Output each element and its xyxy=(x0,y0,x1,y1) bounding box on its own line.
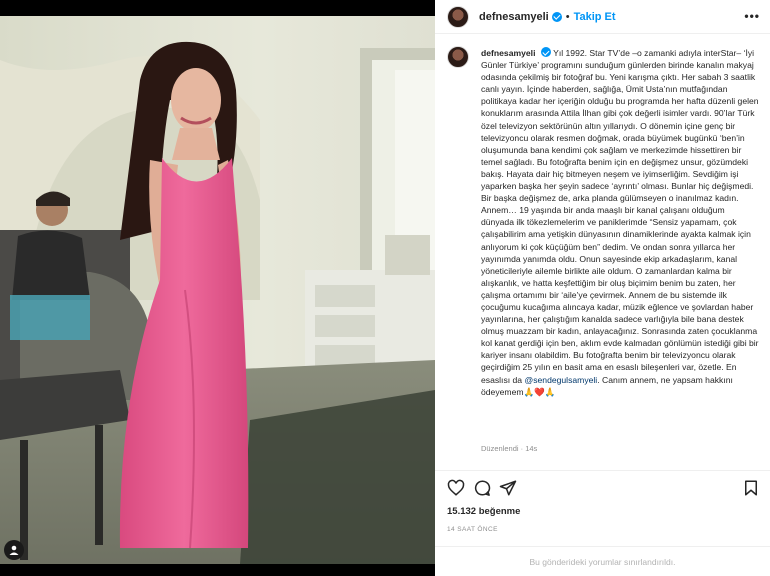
likes-count[interactable]: 15.132 beğenme xyxy=(447,506,520,517)
follow-button[interactable]: Takip Et xyxy=(574,11,616,23)
action-bar xyxy=(435,470,770,506)
caption-mention-link[interactable]: @sendegulsamyeli xyxy=(524,375,597,385)
comments-disabled-notice: Bu gönderideki yorumlar sınırlandırıldı. xyxy=(435,546,770,576)
header-separator: • xyxy=(565,10,570,23)
tagged-user-badge[interactable] xyxy=(4,540,24,560)
caption-text: Yıl 1992. Star TV’de –o zamanki adıyla i… xyxy=(481,48,759,385)
post-image-illustration xyxy=(0,0,435,576)
post-header: defnesamyeli • Takip Et ••• xyxy=(435,0,770,34)
ellipsis-icon[interactable]: ••• xyxy=(744,9,760,23)
caption-verified-badge-icon xyxy=(540,47,551,57)
caption-username[interactable]: defnesamyeli xyxy=(481,48,535,58)
post-side-panel: defnesamyeli • Takip Et ••• defnesamyeli… xyxy=(435,0,770,576)
post-caption: defnesamyeli Yıl 1992. Star TV’de –o zam… xyxy=(481,47,759,398)
post-timestamp[interactable]: 14 SAAT ÖNCE xyxy=(447,526,498,533)
bookmark-icon[interactable] xyxy=(742,479,760,497)
edited-label: Düzenlendi · 14s xyxy=(481,444,538,453)
author-avatar[interactable] xyxy=(447,5,469,28)
post-photo[interactable] xyxy=(0,0,435,576)
caption-author-avatar[interactable] xyxy=(447,46,469,68)
comment-bubble-icon[interactable] xyxy=(473,479,491,497)
caption-section: defnesamyeli Yıl 1992. Star TV’de –o zam… xyxy=(447,44,765,464)
user-silhouette-icon xyxy=(9,545,19,555)
verified-badge-icon xyxy=(551,11,562,22)
author-username[interactable]: defnesamyeli xyxy=(479,11,549,23)
heart-outline-icon[interactable] xyxy=(447,479,465,497)
paper-plane-icon[interactable] xyxy=(499,479,517,497)
